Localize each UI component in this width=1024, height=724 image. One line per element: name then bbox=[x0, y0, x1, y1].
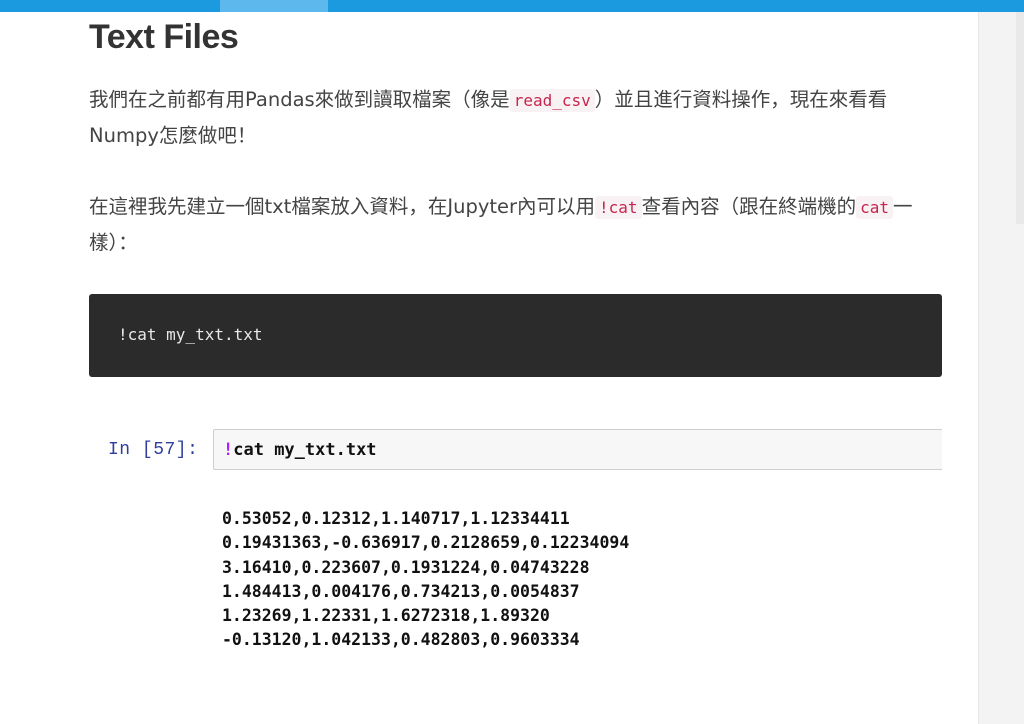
top-progress-bar bbox=[0, 0, 1024, 12]
inline-code-read-csv: read_csv bbox=[509, 89, 595, 112]
cat-paragraph: 在這裡我先建立一個txt檔案放入資料，在Jupyter內可以用 !cat 查看內容（… bbox=[89, 189, 942, 260]
notebook-input-source: !cat my_txt.txt bbox=[223, 440, 377, 460]
notebook-output: 0.53052,0.12312,1.140717,1.12334411 0.19… bbox=[222, 507, 629, 653]
top-bar-highlight bbox=[220, 0, 328, 12]
intro-paragraph: 我們在之前都有用Pandas來做到讀取檔案（像是 read_csv ）並且進行資料操… bbox=[89, 82, 942, 153]
section-title: Text Files bbox=[89, 18, 239, 56]
para1-text-before: 我們在之前都有用Pandas來做到讀取檔案（像是 bbox=[89, 88, 510, 111]
output-line: 1.23269,1.22331,1.6272318,1.89320 bbox=[222, 606, 550, 626]
inline-code-bang-cat: !cat bbox=[595, 196, 642, 219]
inline-code-cat: cat bbox=[856, 196, 893, 219]
output-line: 0.53052,0.12312,1.140717,1.12334411 bbox=[222, 509, 570, 528]
notebook-input-prompt: In [57]: bbox=[108, 440, 199, 460]
para2-text-before: 在這裡我先建立一個txt檔案放入資料，在Jupyter內可以用 bbox=[89, 195, 596, 218]
shell-command: cat my_txt.txt bbox=[233, 440, 377, 460]
output-line: 3.16410,0.223607,0.1931224,0.04743228 bbox=[222, 557, 590, 577]
code-block: !cat my_txt.txt bbox=[89, 294, 942, 377]
code-block-text: !cat my_txt.txt bbox=[118, 325, 263, 344]
output-line: -0.13120,1.042133,0.482803,0.9603334 bbox=[222, 630, 580, 650]
para2-text-middle: 查看內容（跟在終端機的 bbox=[641, 195, 857, 218]
scrollbar[interactable] bbox=[1016, 12, 1024, 224]
output-line: 0.19431363,-0.636917,0.2128659,0.1223409… bbox=[222, 533, 630, 553]
shell-bang: ! bbox=[223, 440, 234, 460]
output-line: 1.484413,0.004176,0.734213,0.0054837 bbox=[222, 581, 580, 601]
notebook-input-cell[interactable]: !cat my_txt.txt bbox=[213, 429, 942, 470]
